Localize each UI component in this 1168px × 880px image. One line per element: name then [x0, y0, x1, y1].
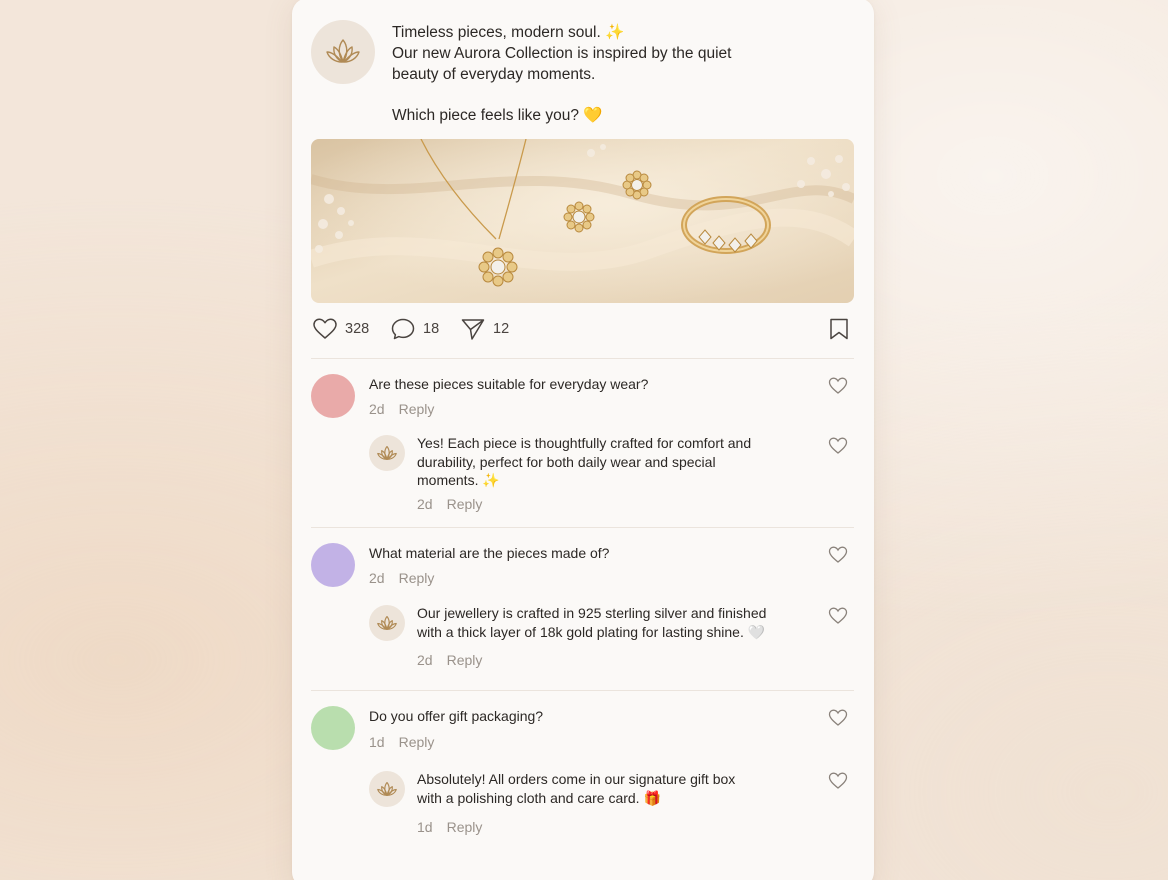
reply-meta: 2d Reply	[417, 496, 482, 512]
comment-text: Are these pieces suitable for everyday w…	[369, 376, 649, 392]
reply-line: Yes! Each piece is thoughtfully crafted …	[417, 435, 752, 451]
lotus-logo-icon	[326, 39, 360, 63]
avatar[interactable]	[311, 706, 355, 750]
caption-line: Which piece feels like you? 💛	[392, 107, 603, 124]
reply-link[interactable]: Reply	[399, 401, 435, 417]
caption-line: Our new Aurora Collection is inspired by…	[392, 45, 732, 62]
comment-bubble-icon	[391, 318, 415, 340]
reply-link[interactable]: Reply	[447, 819, 483, 835]
heart-icon	[313, 318, 337, 339]
divider	[311, 527, 854, 528]
reply-link[interactable]: Reply	[447, 652, 483, 668]
brand-avatar[interactable]	[369, 435, 405, 471]
save-button[interactable]	[829, 318, 849, 340]
heart-icon[interactable]	[828, 376, 848, 396]
divider	[311, 358, 854, 359]
brand-avatar[interactable]	[311, 20, 375, 84]
brand-avatar[interactable]	[369, 605, 405, 641]
post-image[interactable]	[311, 139, 854, 303]
jewelry-photo-icon	[311, 139, 854, 303]
heart-icon[interactable]	[828, 708, 848, 728]
post-caption: Timeless pieces, modern soul. ✨ Our new …	[392, 22, 772, 126]
share-button[interactable]: 12	[461, 318, 509, 340]
avatar[interactable]	[311, 374, 355, 418]
comment-button[interactable]: 18	[391, 318, 439, 340]
bookmark-icon	[830, 318, 848, 340]
post-card: Timeless pieces, modern soul. ✨ Our new …	[292, 0, 874, 880]
reply-line: durability, perfect for both daily wear …	[417, 453, 716, 470]
heart-icon[interactable]	[828, 771, 848, 791]
comment-time: 2d	[369, 570, 385, 586]
reply-link[interactable]: Reply	[399, 734, 435, 750]
send-icon	[461, 319, 485, 340]
like-button[interactable]: 328	[313, 318, 369, 340]
reply-line: Absolutely! All orders come in our signa…	[417, 771, 736, 787]
comment-meta: 2d Reply	[369, 401, 434, 417]
reply-text: Absolutely! All orders come in our signa…	[417, 770, 817, 807]
reply-meta: 2d Reply	[417, 652, 482, 668]
reply-line: with a polishing cloth and care card. 🎁	[417, 789, 661, 806]
post-actions: 328 18 12	[311, 318, 854, 344]
comment-text: What material are the pieces made of?	[369, 545, 610, 561]
reply-meta: 1d Reply	[417, 819, 482, 835]
heart-icon[interactable]	[828, 436, 848, 456]
avatar[interactable]	[311, 543, 355, 587]
comment-time: 2d	[369, 401, 385, 417]
brand-avatar[interactable]	[369, 771, 405, 807]
reply-line: moments. ✨	[417, 472, 500, 488]
reply-link[interactable]: Reply	[399, 570, 435, 586]
reply-text: Our jewellery is crafted in 925 sterling…	[417, 604, 817, 641]
share-count: 12	[493, 321, 510, 337]
comment-text: Do you offer gift packaging?	[369, 708, 544, 724]
reply-time: 1d	[417, 819, 433, 835]
heart-icon[interactable]	[828, 606, 848, 626]
reply-time: 2d	[417, 496, 433, 512]
caption-line: beauty of everyday moments.	[392, 66, 596, 83]
lotus-logo-icon	[377, 781, 397, 796]
lotus-logo-icon	[377, 615, 397, 630]
like-count: 328	[345, 321, 370, 337]
comment-meta: 1d Reply	[369, 734, 434, 750]
caption-line: Timeless pieces, modern soul. ✨	[392, 24, 625, 41]
comment-meta: 2d Reply	[369, 570, 434, 586]
reply-link[interactable]: Reply	[447, 496, 483, 512]
reply-line: Our jewellery is crafted in 925 sterling…	[417, 605, 767, 621]
reply-text: Yes! Each piece is thoughtfully crafted …	[417, 434, 777, 490]
lotus-logo-icon	[377, 445, 397, 460]
comment-time: 1d	[369, 734, 385, 750]
divider	[311, 690, 854, 691]
reply-line: with a thick layer of 18k gold plating f…	[417, 623, 766, 640]
reply-time: 2d	[417, 652, 433, 668]
comment-count: 18	[423, 321, 440, 337]
heart-icon[interactable]	[828, 545, 848, 565]
